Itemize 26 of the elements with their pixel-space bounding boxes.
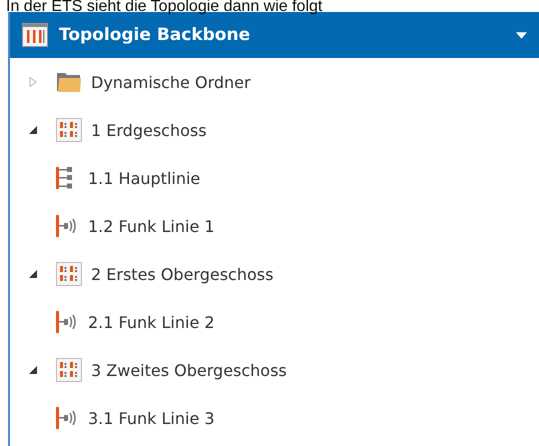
area-icon	[56, 118, 82, 142]
folder-icon	[56, 70, 82, 94]
dropdown-caret-icon[interactable]	[516, 32, 527, 38]
tree-item-label: 1 Erdgeschoss	[91, 120, 207, 140]
tree-item[interactable]: 2 Erstes Obergeschoss	[10, 250, 539, 298]
tree-item-label: 3 Zweites Obergeschoss	[91, 360, 287, 380]
tree-item[interactable]: Dynamische Ordner	[10, 58, 539, 106]
expander-icon[interactable]	[28, 365, 38, 375]
expander-icon[interactable]	[28, 269, 38, 279]
panel-title: Topologie Backbone	[59, 25, 252, 45]
tree-item-label: Dynamische Ordner	[91, 72, 251, 92]
tree-item-label: 1.1 Hauptlinie	[88, 168, 200, 188]
topology-icon	[22, 23, 48, 47]
tree-item[interactable]: 3.1 Funk Linie 3	[10, 394, 539, 442]
tree-item[interactable]: 2.1 Funk Linie 2	[10, 298, 539, 346]
tree-item[interactable]: 1 Erdgeschoss	[10, 106, 539, 154]
tree-item[interactable]: 3 Zweites Obergeschoss	[10, 346, 539, 394]
area-icon	[56, 358, 82, 382]
expander-icon[interactable]	[28, 125, 38, 135]
tree-item[interactable]: 1.1 Hauptlinie	[10, 154, 539, 202]
area-icon	[56, 262, 82, 286]
tree-item-label: 2.1 Funk Linie 2	[88, 312, 215, 332]
tree-item-label: 3.1 Funk Linie 3	[88, 408, 215, 428]
tree-item[interactable]: 1.2 Funk Linie 1	[10, 202, 539, 250]
tree-item-label: 1.2 Funk Linie 1	[88, 216, 215, 236]
tree-item-label: 2 Erstes Obergeschoss	[91, 264, 274, 284]
